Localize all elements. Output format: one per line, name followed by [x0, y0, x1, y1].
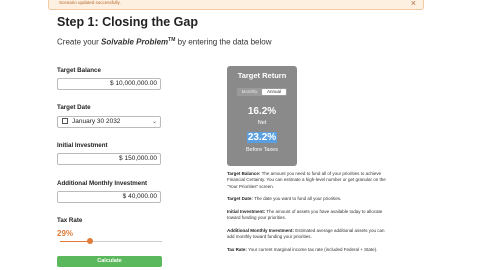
tax-rate-value: 29% [57, 229, 74, 238]
target-return-card: Target Return Monthly Annual 16.2% Net 2… [227, 66, 297, 166]
tax-rate-label: Tax Rate [57, 217, 83, 224]
before-tax-return-value: 23.2% [227, 132, 297, 143]
desc-term: Initial Investment: [227, 209, 266, 214]
desc-text: Your current marginal income tax rate (i… [246, 247, 378, 252]
net-return-label: Net [257, 120, 267, 126]
monthly-investment-label: Additional Monthly Investment [57, 180, 148, 187]
page-title: Step 1: Closing the Gap [57, 15, 198, 29]
desc-text: The date you want to fund all your prior… [252, 196, 342, 201]
toggle-monthly[interactable]: Monthly [238, 89, 261, 95]
initial-investment-label: Initial Investment [57, 142, 108, 149]
close-icon[interactable]: × [411, 0, 416, 8]
desc-target-balance: Target Balance: The amount you need to f… [227, 171, 387, 190]
net-return-value: 16.2% [247, 106, 277, 117]
target-date-value: January 30 2032 [72, 118, 121, 125]
monthly-investment-input[interactable]: $ 40,000.00 [57, 191, 161, 203]
target-balance-label: Target Balance [57, 67, 101, 74]
slider-thumb[interactable] [86, 238, 93, 244]
before-tax-label: Before Taxes [245, 147, 278, 153]
subtitle-emphasis: Solvable Problem [101, 37, 169, 47]
initial-investment-input[interactable]: $ 150,000.00 [57, 153, 161, 165]
tax-rate-slider[interactable] [60, 238, 162, 244]
toast-message: Scenario updated successfully. [59, 0, 121, 5]
desc-term: Target Balance: [227, 171, 261, 176]
desc-initial-investment: Initial Investment: The amount of assets… [227, 209, 387, 222]
target-return-title: Target Return [237, 71, 287, 80]
target-date-select[interactable]: January 30 2032 ⌄ [57, 116, 161, 128]
desc-term: Additional Monthly Investment: [227, 228, 294, 233]
desc-tax-rate: Tax Rate: Your current marginal income t… [227, 247, 387, 253]
slider-fill [60, 241, 90, 242]
page-subtitle: Create your Solvable ProblemTM by enteri… [57, 37, 271, 47]
chevron-down-icon: ⌄ [151, 119, 157, 125]
subtitle-pre: Create your [57, 37, 102, 47]
desc-term: Tax Rate: [227, 247, 247, 252]
target-date-label: Target Date [57, 104, 91, 111]
desc-monthly-investment: Additional Monthly Investment: Estimated… [227, 228, 387, 241]
target-balance-input[interactable]: $ 10,000,000.00 [57, 78, 161, 90]
desc-target-date: Target Date: The date you want to fund a… [227, 196, 387, 202]
before-tax-highlight: 23.2% [246, 132, 278, 143]
calendar-icon [62, 118, 68, 124]
success-toast: Scenario updated successfully. × [48, 0, 424, 10]
toggle-annual[interactable]: Annual [262, 89, 286, 95]
subtitle-post: by entering the data below [175, 37, 272, 47]
desc-term: Target Date: [227, 196, 253, 201]
period-toggle: Monthly Annual [237, 88, 287, 96]
calculate-button[interactable]: Calculate [57, 256, 162, 267]
